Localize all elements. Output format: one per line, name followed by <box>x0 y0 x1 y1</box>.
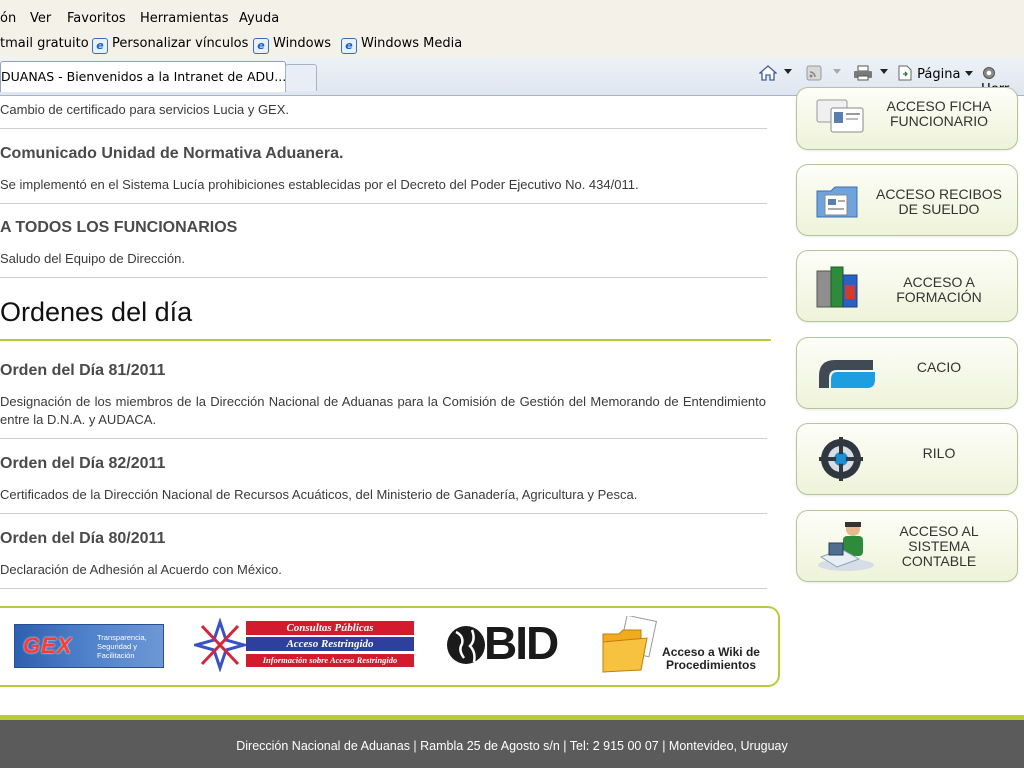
chevron-down-icon <box>964 71 973 76</box>
chevron-down-icon <box>880 69 888 74</box>
folder-icon <box>602 616 658 673</box>
home-button[interactable] <box>758 65 778 85</box>
sidebar-label: ACCESO AL <box>899 523 979 539</box>
books-icon <box>816 266 858 308</box>
link-windows-media[interactable]: e Windows Media <box>341 36 462 54</box>
news-title-link[interactable]: Comunicado Unidad de Normativa Aduanera. <box>0 145 343 163</box>
sidebar-button-ficha-funcionario[interactable]: ACCESO FICHA FUNCIONARIO <box>796 87 1018 150</box>
page-icon <box>898 65 912 81</box>
sidebar-button-sistema-contable[interactable]: ACCESO AL SISTEMA CONTABLE <box>796 510 1018 582</box>
gear-icon <box>983 67 995 79</box>
star-emblem-icon <box>194 618 246 672</box>
sidebar-button-recibos-sueldo[interactable]: ACCESO RECIBOS DE SUELDO <box>796 164 1018 236</box>
link-hotmail[interactable]: tmail gratuito <box>0 36 89 51</box>
sidebar-button-rilo[interactable]: RILO <box>796 423 1018 495</box>
footer: Dirección Nacional de Aduanas | Rambla 2… <box>0 720 1024 768</box>
section-divider <box>0 339 771 341</box>
news-desc: Se implementó en el Sistema Lucía prohib… <box>0 177 639 192</box>
rss-icon <box>806 65 822 81</box>
print-dropdown[interactable] <box>880 65 888 80</box>
sidebar-label: ACCESO FICHA <box>886 98 992 114</box>
browser-links-bar: tmail gratuito e Personalizar vínculos eW… <box>0 31 1024 57</box>
divider <box>0 203 767 204</box>
menu-item-edicion[interactable]: ón <box>0 11 16 26</box>
new-tab-button[interactable] <box>285 64 317 91</box>
menu-item-ver[interactable]: Ver <box>30 11 51 26</box>
bid-logo-text: BID <box>484 617 559 669</box>
browser-menu-bar: ón Ver Favoritos Herramientas Ayuda <box>0 0 1024 31</box>
order-title-link[interactable]: Orden del Día 82/2011 <box>0 455 165 473</box>
chevron-down-icon <box>833 69 841 74</box>
ie-page-icon: e <box>341 38 357 54</box>
page-menu-button[interactable]: Página <box>897 65 973 82</box>
sidebar-button-cacio[interactable]: CACIO <box>796 337 1018 409</box>
partner-logos-band: GEX Transparencia, Seguridad y Facilitac… <box>0 606 780 687</box>
order-desc: Certificados de la Dirección Nacional de… <box>0 487 638 502</box>
news-desc: Saludo del Equipo de Dirección. <box>0 251 186 266</box>
news-desc: Cambio de certificado para servicios Luc… <box>0 102 290 117</box>
sidebar-label: FUNCIONARIO <box>890 113 988 129</box>
sidebar-label: FORMACIÓN <box>896 289 982 305</box>
sidebar-label: CONTABLE <box>901 553 977 569</box>
news-title-link[interactable]: A TODOS LOS FUNCIONARIOS <box>0 219 237 237</box>
target-icon <box>819 437 863 481</box>
feeds-dropdown[interactable] <box>833 65 841 80</box>
menu-item-ayuda[interactable]: Ayuda <box>239 11 279 26</box>
sidebar-button-formacion[interactable]: ACCESO A FORMACIÓN <box>796 250 1018 322</box>
ie-page-icon: e <box>253 38 269 54</box>
divider <box>0 438 767 439</box>
link-personalizar[interactable]: e Personalizar vínculos <box>92 36 248 54</box>
divider <box>0 513 767 514</box>
sidebar-label: CACIO <box>916 359 962 375</box>
sidebar-label: DE SUELDO <box>898 201 980 217</box>
sidebar-label: ACCESO RECIBOS <box>875 186 1003 202</box>
id-card-icon <box>816 99 864 133</box>
order-desc: Designación de los miembros de la Direcc… <box>0 394 766 427</box>
sidebar-label: RILO <box>922 445 956 461</box>
consultas-line3: Información sobre Acceso Restringido <box>246 654 414 667</box>
gex-tagline: Seguridad y <box>97 642 138 651</box>
section-title-ordenes: Ordenes del día <box>0 297 193 327</box>
print-button[interactable] <box>853 65 873 85</box>
divider <box>0 277 767 278</box>
order-desc: Declaración de Adhesión al Acuerdo con M… <box>0 562 282 577</box>
wiki-procedimientos-link[interactable]: Acceso a Wiki de Procedimientos <box>601 614 767 676</box>
home-icon <box>758 65 778 81</box>
order-title-link[interactable]: Orden del Día 81/2011 <box>0 362 165 380</box>
gex-logo-link[interactable]: GEX Transparencia, Seguridad y Facilitac… <box>14 624 164 668</box>
menu-item-favoritos[interactable]: Favoritos <box>67 11 126 26</box>
folder-document-icon <box>816 186 858 218</box>
ie-page-icon: e <box>92 38 108 54</box>
consultas-publicas-link[interactable]: Consultas Públicas Acceso Restringido In… <box>194 618 416 672</box>
home-dropdown[interactable] <box>784 65 792 80</box>
footer-text: Dirección Nacional de Aduanas | Rambla 2… <box>236 739 788 753</box>
wiki-label: Procedimientos <box>665 658 757 672</box>
link-windows[interactable]: e Windows <box>253 36 331 54</box>
browser-tab-active[interactable]: DUANAS - Bienvenidos a la Intranet de AD… <box>0 61 286 92</box>
chevron-down-icon <box>784 69 792 74</box>
gex-tagline: Facilitación <box>97 651 135 660</box>
bid-logo-link[interactable]: BID <box>446 617 572 670</box>
menu-item-herramientas[interactable]: Herramientas <box>140 11 229 26</box>
globe-icon <box>447 626 485 664</box>
sidebar-label: ACCESO A <box>903 274 975 290</box>
feeds-button[interactable] <box>806 65 822 85</box>
divider <box>0 128 767 129</box>
gex-logo-brand: GEX <box>23 633 73 658</box>
consultas-line1: Consultas Públicas <box>246 621 414 635</box>
divider <box>0 588 767 589</box>
order-title-link[interactable]: Orden del Día 80/2011 <box>0 530 165 548</box>
gex-tagline: Transparencia, <box>97 633 147 642</box>
consultas-line2: Acceso Restringido <box>246 637 414 651</box>
sidebar-label: SISTEMA <box>908 538 970 554</box>
printer-icon <box>854 65 872 81</box>
